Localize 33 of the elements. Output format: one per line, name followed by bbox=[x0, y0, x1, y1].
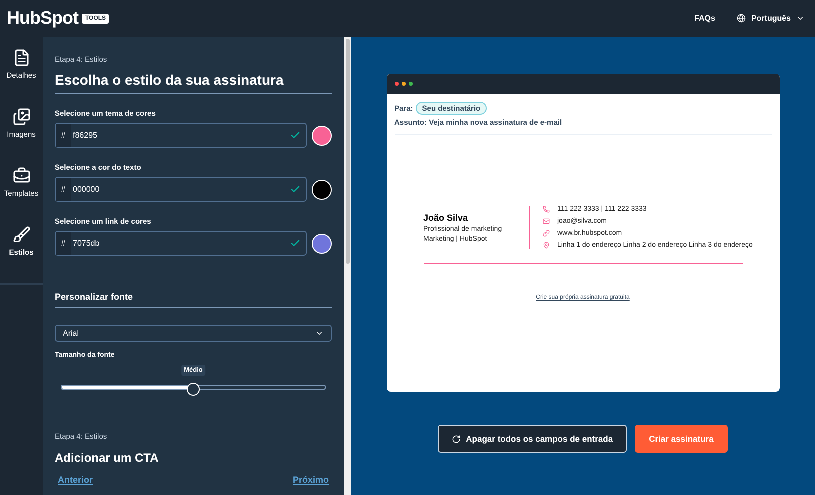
check-icon bbox=[290, 130, 301, 141]
slider-thumb[interactable] bbox=[186, 382, 200, 396]
check-icon bbox=[290, 184, 301, 195]
faq-link[interactable]: FAQs bbox=[694, 14, 716, 23]
envelope-icon bbox=[542, 218, 550, 225]
signature-name: João Silva bbox=[424, 212, 470, 222]
color-input-field[interactable]: # 7075db bbox=[55, 231, 307, 256]
text-lines-icon bbox=[12, 49, 30, 67]
color-input-field[interactable]: # f86295 bbox=[55, 123, 307, 148]
next-link[interactable]: Próximo bbox=[292, 475, 329, 485]
caret-icon bbox=[796, 14, 805, 23]
section-title: Escolha o estilo da sua assinatura bbox=[55, 72, 332, 94]
map-pin-icon bbox=[542, 242, 550, 249]
toolbox-icon bbox=[12, 167, 30, 185]
refresh-icon bbox=[452, 434, 462, 444]
scrollbar[interactable] bbox=[344, 37, 351, 495]
clear-button[interactable]: Apagar todos os campos de entrada bbox=[438, 425, 628, 453]
hubspot-logo: HubSpot bbox=[7, 8, 78, 29]
color-swatch[interactable] bbox=[312, 126, 332, 146]
color-swatch[interactable] bbox=[312, 234, 332, 254]
font-dropdown[interactable]: Arial bbox=[55, 325, 332, 342]
phone-icon bbox=[542, 206, 550, 213]
globe-icon bbox=[737, 14, 746, 23]
link-icon bbox=[542, 230, 550, 237]
section-title: Personalizar fonte bbox=[55, 292, 332, 308]
color-swatch[interactable] bbox=[312, 180, 332, 200]
language-dropdown[interactable]: Português bbox=[737, 14, 805, 23]
section-title: Adicionar um CTA bbox=[55, 451, 160, 465]
images-icon bbox=[12, 108, 30, 126]
check-icon bbox=[290, 238, 301, 249]
previous-link[interactable]: Anterior bbox=[58, 475, 94, 485]
brush-icon bbox=[12, 226, 30, 244]
color-input-field[interactable]: # 000000 bbox=[55, 177, 307, 202]
